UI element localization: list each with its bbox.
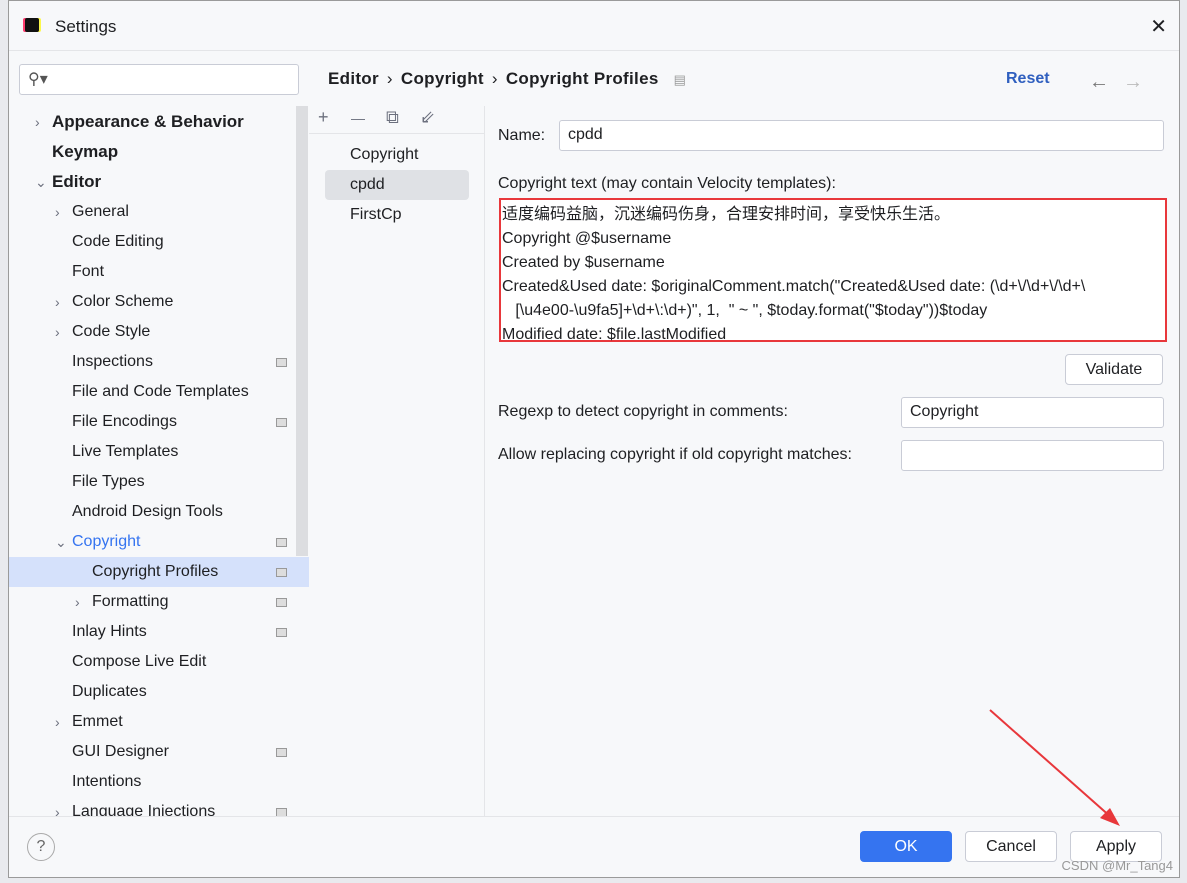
watermark: CSDN @Mr_Tang4 (1061, 858, 1173, 873)
annotation-arrow (989, 709, 1120, 826)
